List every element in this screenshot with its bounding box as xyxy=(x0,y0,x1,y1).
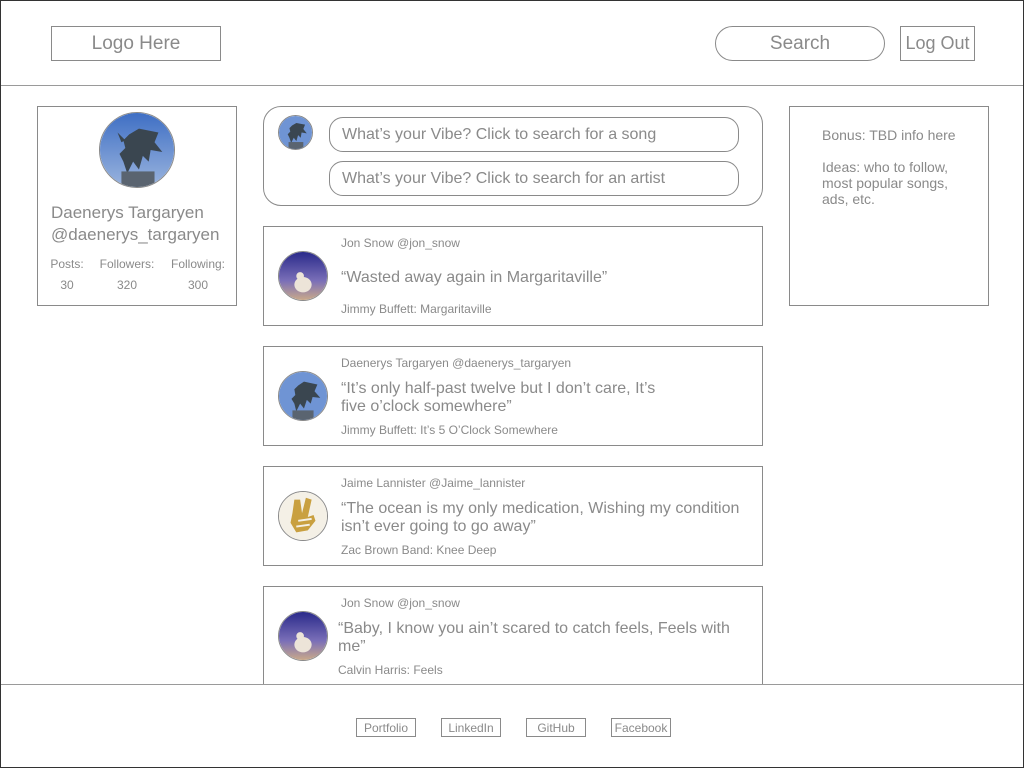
stat-followers[interactable]: Followers: 320 xyxy=(99,257,155,292)
wolf-avatar-icon[interactable] xyxy=(278,251,328,301)
footer: Portfolio LinkedIn GitHub Facebook xyxy=(1,684,1023,767)
post-song[interactable]: Calvin Harris: Feels xyxy=(338,663,443,677)
post-quote: “Baby, I know you ain’t scared to catch … xyxy=(338,620,730,637)
search-button[interactable]: Search xyxy=(715,26,885,61)
feed-post[interactable]: Jaime Lannister @Jaime_lannister “The oc… xyxy=(263,466,763,566)
post-song[interactable]: Jimmy Buffett: Margaritaville xyxy=(341,302,492,316)
post-song[interactable]: Jimmy Buffett: It’s 5 O’Clock Somewhere xyxy=(341,423,558,437)
stat-label: Following: xyxy=(170,257,226,271)
stat-value: 320 xyxy=(116,278,138,292)
wolf-avatar-icon[interactable] xyxy=(278,611,328,661)
bonus-text: Bonus: TBD info here xyxy=(822,127,956,143)
post-author[interactable]: Jaime Lannister @Jaime_lannister xyxy=(341,476,525,490)
stat-label: Followers: xyxy=(99,257,155,271)
artist-search-input[interactable] xyxy=(329,161,739,196)
profile-handle: @daenerys_targaryen xyxy=(51,225,220,244)
post-author[interactable]: Jon Snow @jon_snow xyxy=(341,236,460,250)
post-quote: isn’t ever going to go away” xyxy=(341,518,536,535)
logo[interactable]: Logo Here xyxy=(51,26,221,61)
feed-post[interactable]: Daenerys Targaryen @daenerys_targaryen “… xyxy=(263,346,763,446)
feed-post[interactable]: Jon Snow @jon_snow “Baby, I know you ain… xyxy=(263,586,763,686)
post-author[interactable]: Daenerys Targaryen @daenerys_targaryen xyxy=(341,356,571,370)
stat-label: Posts: xyxy=(50,257,84,271)
profile-name: Daenerys Targaryen xyxy=(51,203,204,222)
footer-link-portfolio[interactable]: Portfolio xyxy=(356,718,416,737)
dragon-avatar-icon xyxy=(278,115,313,150)
footer-link-facebook[interactable]: Facebook xyxy=(611,718,671,737)
feed-post[interactable]: Jon Snow @jon_snow “Wasted away again in… xyxy=(263,226,763,326)
app-window: Logo Here Search Log Out Daenerys Targar… xyxy=(0,0,1024,768)
header: Logo Here Search Log Out xyxy=(1,1,1023,86)
stat-following[interactable]: Following: 300 xyxy=(169,257,227,292)
post-quote: five o’clock somewhere” xyxy=(341,398,512,415)
stat-posts[interactable]: Posts: 30 xyxy=(49,257,85,292)
post-quote: me” xyxy=(338,638,366,655)
dragon-avatar-icon[interactable] xyxy=(99,112,175,188)
stat-value: 30 xyxy=(60,278,74,292)
stat-value: 300 xyxy=(187,278,209,292)
song-search-input[interactable] xyxy=(329,117,739,152)
post-quote: “The ocean is my only medication, Wishin… xyxy=(341,500,740,517)
footer-link-github[interactable]: GitHub xyxy=(526,718,586,737)
post-quote: “It’s only half-past twelve but I don’t … xyxy=(341,380,656,397)
bonus-panel: Bonus: TBD info here Ideas: who to follo… xyxy=(789,106,989,306)
post-song[interactable]: Zac Brown Band: Knee Deep xyxy=(341,543,496,557)
post-quote: “Wasted away again in Margaritaville” xyxy=(341,269,608,286)
dragon-avatar-icon[interactable] xyxy=(278,371,328,421)
vibe-composer xyxy=(263,106,763,206)
ideas-text: Ideas: who to follow, most popular songs… xyxy=(822,159,949,207)
golden-hand-avatar-icon[interactable] xyxy=(278,491,328,541)
post-author[interactable]: Jon Snow @jon_snow xyxy=(341,596,460,610)
footer-link-linkedin[interactable]: LinkedIn xyxy=(441,718,501,737)
logout-button[interactable]: Log Out xyxy=(900,26,975,61)
profile-card: Daenerys Targaryen @daenerys_targaryen P… xyxy=(37,106,237,306)
